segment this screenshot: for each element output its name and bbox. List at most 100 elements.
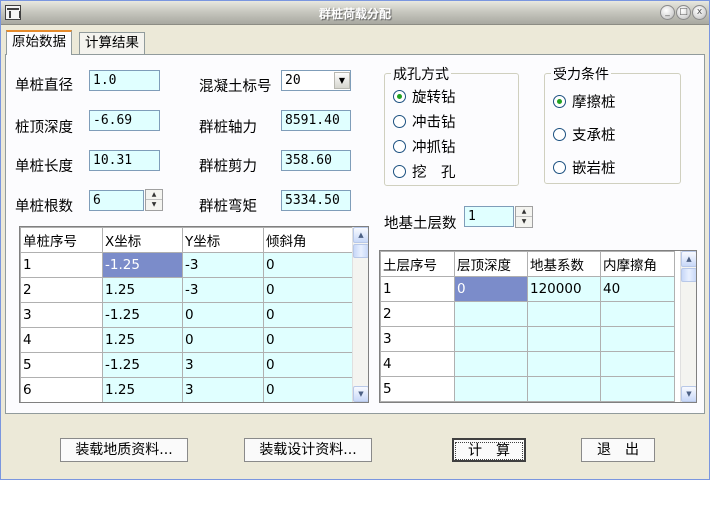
column-header: 内摩擦角 <box>600 251 675 277</box>
table-cell[interactable] <box>527 301 601 327</box>
table-row[interactable]: 1 0 120000 40 <box>380 276 675 302</box>
pile-table[interactable]: 单桩序号 X坐标 Y坐标 倾斜角 1 -1.25 -3 0 2 1.25 -3 … <box>19 226 369 403</box>
axial-label: 群桩轴力 <box>199 120 257 136</box>
table-cell[interactable]: 1.25 <box>102 277 183 303</box>
close-button[interactable]: x <box>692 5 707 20</box>
scroll-thumb[interactable] <box>353 244 368 258</box>
table-cell[interactable] <box>600 351 675 377</box>
spin-down-icon[interactable]: ▼ <box>516 217 532 227</box>
table-cell: 2 <box>380 301 455 327</box>
table-cell[interactable]: 0 <box>263 277 354 303</box>
table-cell[interactable] <box>527 351 601 377</box>
table-cell[interactable] <box>454 301 528 327</box>
table-cell[interactable] <box>454 326 528 352</box>
shear-input[interactable]: 358.60 <box>281 150 351 171</box>
radio-label: 旋转钻 <box>412 90 456 106</box>
table-cell[interactable]: 1.25 <box>102 377 183 402</box>
tab-raw-data[interactable]: 原始数据 <box>6 30 72 55</box>
load-geology-button[interactable]: 装载地质资料... <box>60 438 188 462</box>
axial-input[interactable]: 8591.40 <box>281 110 351 131</box>
spin-up-icon[interactable]: ▲ <box>146 190 162 200</box>
radio-percussion[interactable]: 冲击钻 <box>393 111 456 132</box>
table-cell[interactable]: 0 <box>182 327 264 353</box>
table-cell[interactable]: 40 <box>600 276 675 302</box>
radio-icon <box>393 140 406 153</box>
table-row[interactable]: 2 <box>380 301 675 327</box>
diameter-label: 单桩直径 <box>15 78 73 94</box>
tab-results[interactable]: 计算结果 <box>79 32 145 54</box>
pile-table-scrollbar[interactable]: ▲ ▼ <box>352 227 368 402</box>
length-input[interactable]: 10.31 <box>89 150 160 171</box>
radio-icon <box>393 165 406 178</box>
scroll-thumb[interactable] <box>681 268 696 282</box>
scroll-down-icon[interactable]: ▼ <box>681 386 696 402</box>
maximize-button[interactable]: □ <box>676 5 691 20</box>
table-cell[interactable] <box>527 376 601 402</box>
table-cell[interactable]: -1.25 <box>102 302 183 328</box>
load-design-button[interactable]: 装载设计资料... <box>244 438 372 462</box>
table-row[interactable]: 2 1.25 -3 0 <box>20 277 354 303</box>
spin-up-icon[interactable]: ▲ <box>516 207 532 217</box>
table-cell: 4 <box>20 327 103 353</box>
table-cell[interactable]: 0 <box>454 276 528 302</box>
table-row[interactable]: 3 <box>380 326 675 352</box>
exit-button[interactable]: 退 出 <box>581 438 655 462</box>
soil-layers-input[interactable]: 1 <box>464 206 514 227</box>
scroll-up-icon[interactable]: ▲ <box>681 251 696 267</box>
table-header-row: 单桩序号 X坐标 Y坐标 倾斜角 <box>20 227 354 253</box>
table-cell: 4 <box>380 351 455 377</box>
table-row[interactable]: 1 -1.25 -3 0 <box>20 252 354 278</box>
table-cell[interactable]: 0 <box>263 352 354 378</box>
table-cell[interactable] <box>600 301 675 327</box>
app-window: 群桩荷载分配 _ □ x 原始数据 计算结果 单桩直径 1.0 桩顶深度 -6.… <box>0 0 710 480</box>
table-row[interactable]: 4 1.25 0 0 <box>20 327 354 353</box>
table-cell[interactable]: 1.25 <box>102 327 183 353</box>
table-cell[interactable]: 0 <box>182 302 264 328</box>
table-cell[interactable] <box>600 326 675 352</box>
table-row[interactable]: 4 <box>380 351 675 377</box>
spin-down-icon[interactable]: ▼ <box>146 200 162 210</box>
table-cell[interactable]: -3 <box>182 252 264 278</box>
table-cell[interactable]: 0 <box>263 252 354 278</box>
calculate-button[interactable]: 计 算 <box>452 438 526 462</box>
radio-rotary[interactable]: 旋转钻 <box>393 86 456 107</box>
radio-dug[interactable]: 挖 孔 <box>393 161 456 182</box>
count-spinner[interactable]: ▲ ▼ <box>145 189 163 211</box>
table-cell[interactable] <box>454 376 528 402</box>
chevron-down-icon[interactable]: ▼ <box>334 72 350 89</box>
table-cell[interactable]: 3 <box>182 377 264 402</box>
table-cell[interactable]: 0 <box>263 302 354 328</box>
soil-layers-spinner[interactable]: ▲ ▼ <box>515 206 533 228</box>
soil-table-scrollbar[interactable]: ▲ ▼ <box>680 251 696 402</box>
moment-label: 群桩弯矩 <box>199 199 257 215</box>
table-cell[interactable]: 3 <box>182 352 264 378</box>
table-cell[interactable]: 120000 <box>527 276 601 302</box>
radio-rock[interactable]: 嵌岩桩 <box>553 157 616 178</box>
column-header: X坐标 <box>102 227 183 253</box>
table-cell[interactable]: 0 <box>263 327 354 353</box>
table-row[interactable]: 3 -1.25 0 0 <box>20 302 354 328</box>
table-cell[interactable]: -1.25 <box>102 252 183 278</box>
soil-table[interactable]: 土层序号 层顶深度 地基系数 内摩擦角 1 0 120000 40 2 3 4 … <box>379 250 697 403</box>
table-cell[interactable]: 0 <box>263 377 354 402</box>
diameter-input[interactable]: 1.0 <box>89 70 160 91</box>
moment-input[interactable]: 5334.50 <box>281 190 351 211</box>
table-cell[interactable]: -3 <box>182 277 264 303</box>
radio-label: 摩擦桩 <box>572 95 616 111</box>
table-cell[interactable] <box>527 326 601 352</box>
minimize-button[interactable]: _ <box>660 5 675 20</box>
table-cell[interactable] <box>454 351 528 377</box>
table-row[interactable]: 5 <box>380 376 675 402</box>
scroll-up-icon[interactable]: ▲ <box>353 227 368 243</box>
table-cell[interactable] <box>600 376 675 402</box>
radio-grab[interactable]: 冲抓钻 <box>393 136 456 157</box>
count-input[interactable]: 6 <box>89 190 144 211</box>
top-depth-input[interactable]: -6.69 <box>89 110 160 131</box>
table-row[interactable]: 5 -1.25 3 0 <box>20 352 354 378</box>
table-cell: 5 <box>380 376 455 402</box>
table-row[interactable]: 6 1.25 3 0 <box>20 377 354 402</box>
scroll-down-icon[interactable]: ▼ <box>353 386 368 402</box>
radio-friction[interactable]: 摩擦桩 <box>553 91 616 112</box>
radio-bearing[interactable]: 支承桩 <box>553 124 616 145</box>
table-cell[interactable]: -1.25 <box>102 352 183 378</box>
